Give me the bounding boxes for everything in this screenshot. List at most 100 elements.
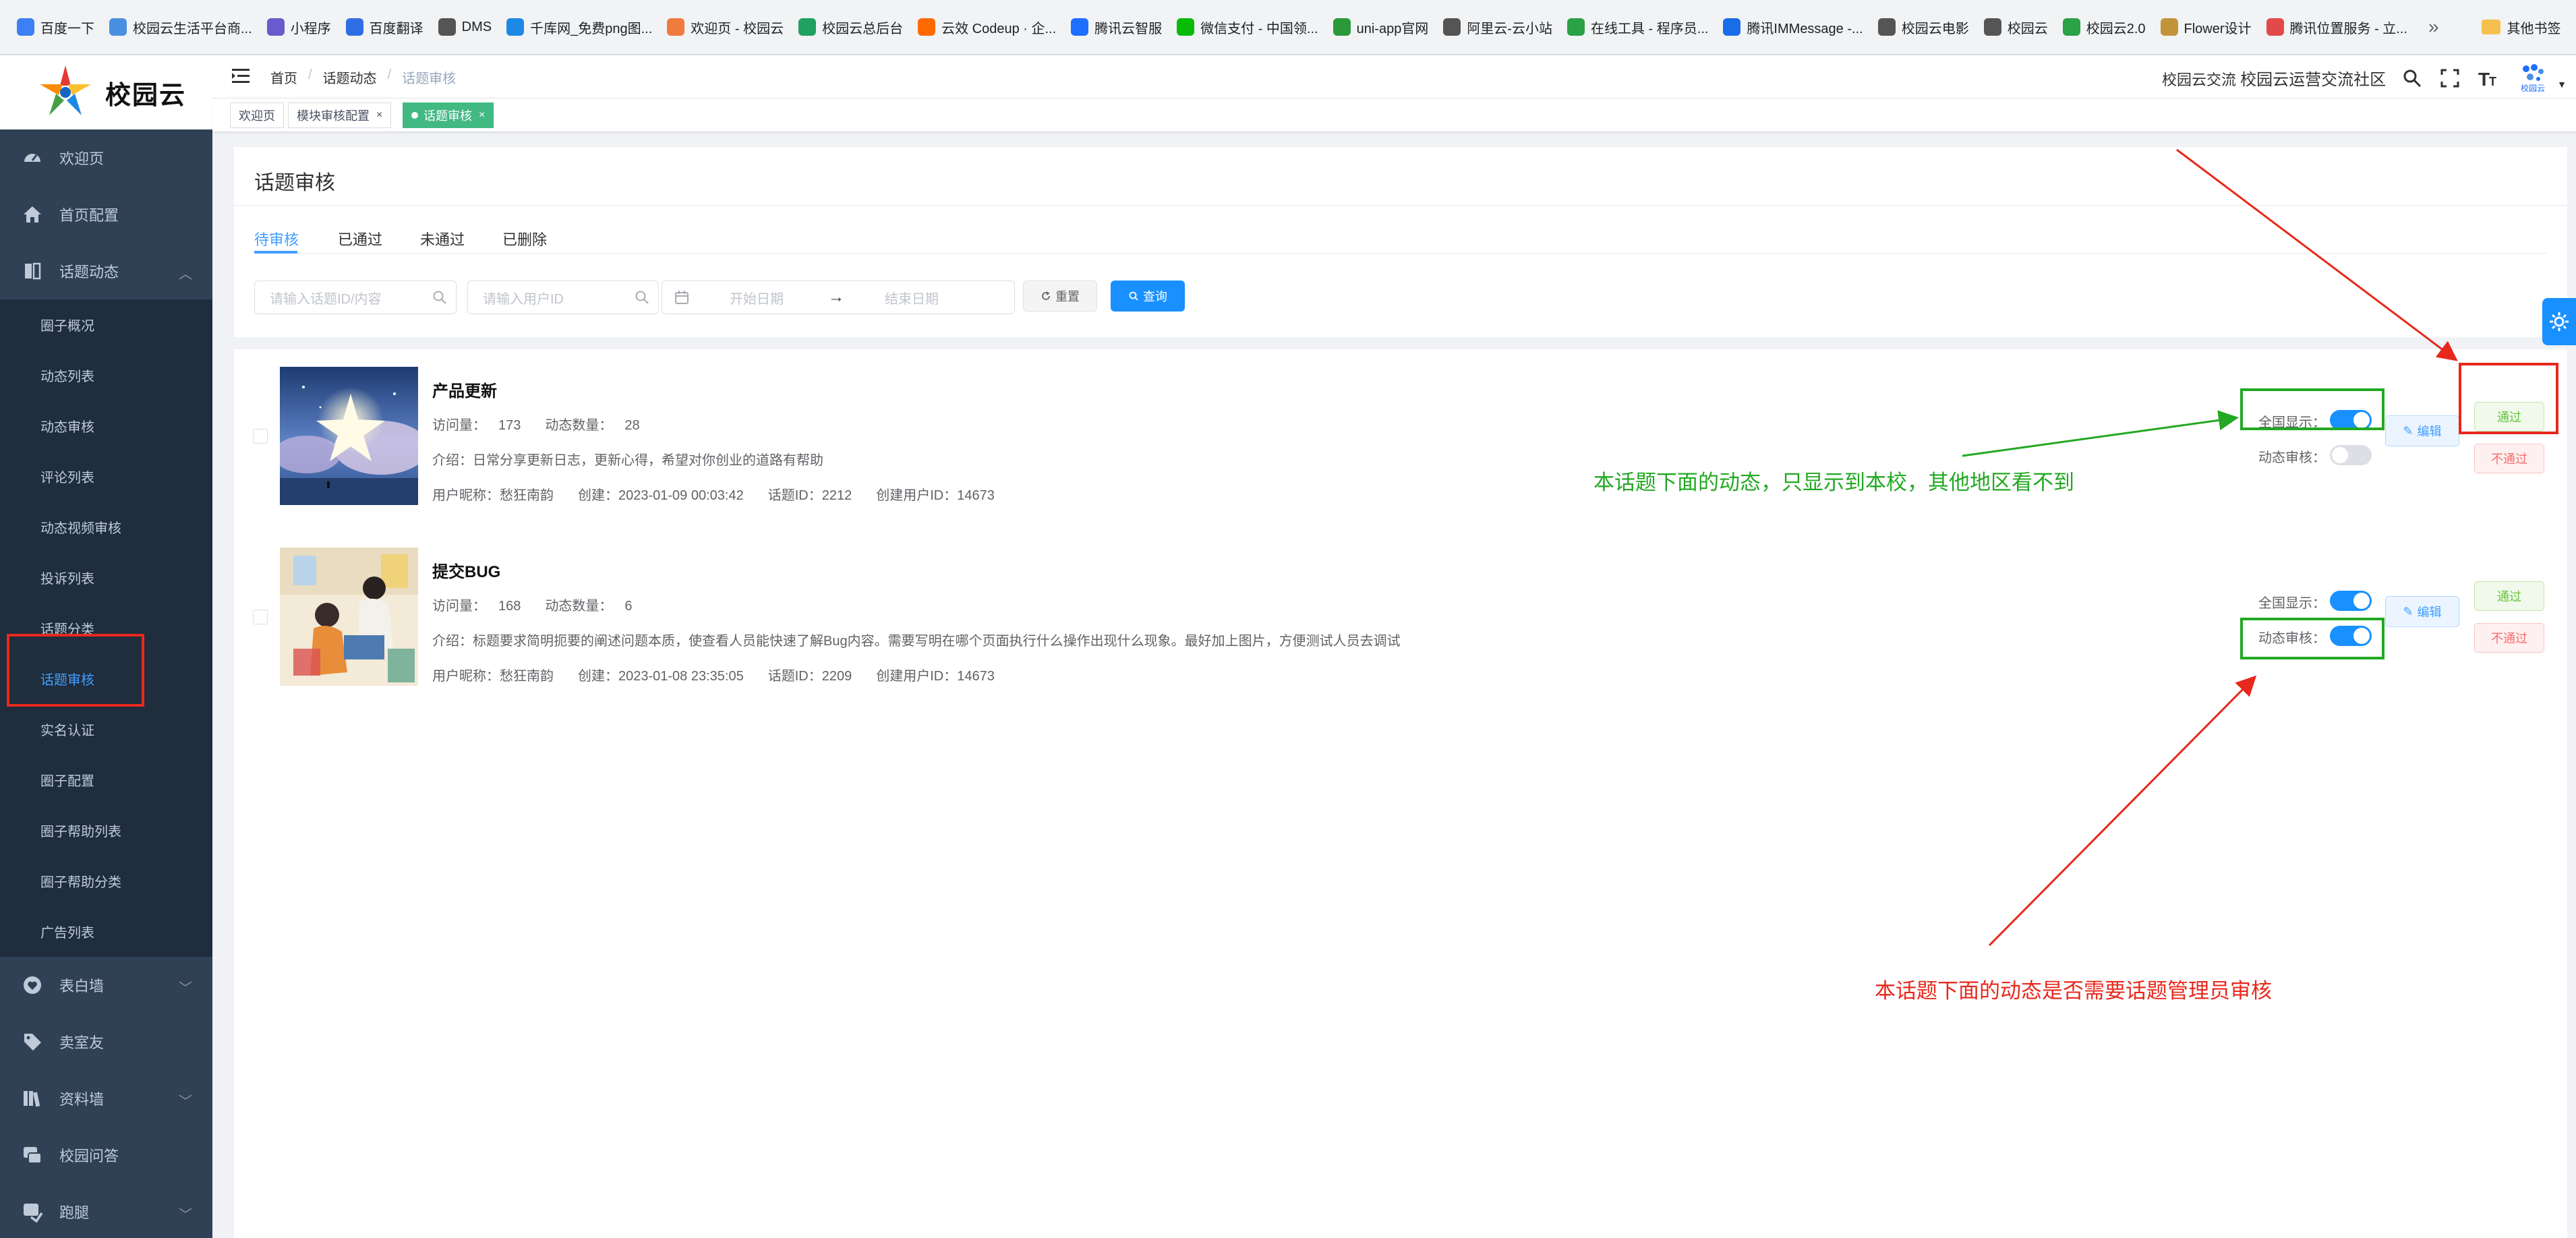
bookmark-folder[interactable]: 手机书签	[2569, 8, 2576, 46]
breadcrumb-home[interactable]: 首页	[270, 67, 297, 87]
sidebar-item-heart[interactable]: 表白墙 ﹀	[0, 957, 212, 1013]
sidebar-subitem[interactable]: 投诉列表	[0, 552, 212, 603]
book-icon	[19, 258, 46, 285]
sidebar-item-errand[interactable]: 跑腿 ﹀	[0, 1183, 212, 1238]
pass-button[interactable]: 通过	[2474, 581, 2544, 611]
sidebar-subitem[interactable]: 圈子帮助列表	[0, 805, 212, 856]
nickname-meta: 用户昵称：愁狂南韵	[432, 669, 566, 684]
sidebar-subitem[interactable]: 圈子配置	[0, 755, 212, 805]
favicon-icon	[438, 18, 456, 36]
topic-search-input[interactable]: 请输入话题ID/内容	[254, 281, 457, 314]
sidebar-item-home[interactable]: 首页配置	[0, 186, 212, 243]
bookmark-item[interactable]: uni-app官网	[1326, 8, 1436, 46]
bookmark-item[interactable]: 微信支付 - 中国领...	[1169, 8, 1325, 46]
bookmark-label: 腾讯位置服务 - 立...	[2289, 21, 2407, 36]
post-review-switch[interactable]	[2330, 445, 2372, 465]
fullscreen-icon[interactable]	[2438, 67, 2461, 90]
bookmark-item[interactable]: 校园云总后台	[791, 8, 910, 46]
bookmark-item[interactable]: 腾讯云智服	[1063, 8, 1169, 46]
edit-button[interactable]: ✎ 编辑	[2385, 596, 2459, 627]
bookmark-item[interactable]: 百度翻译	[339, 8, 431, 46]
bookmark-item[interactable]: 校园云	[1977, 8, 2055, 46]
avatar[interactable]: 校园云	[2514, 62, 2552, 94]
created-value: 2023-01-08 23:35:05	[618, 669, 744, 684]
sidebar-item-books[interactable]: 资料墙 ﹀	[0, 1070, 212, 1127]
bookmarks-bar: 百度一下 校园云生活平台商... 小程序 百度翻译 DMS 千库网_免费png图... 欢迎…	[0, 0, 2576, 55]
tab-deleted[interactable]: 已删除	[502, 228, 547, 249]
edit-button[interactable]: ✎ 编辑	[2385, 415, 2459, 446]
chevron-down-icon: ﹀	[179, 981, 192, 996]
tab-pending[interactable]: 待审核	[254, 228, 299, 249]
settings-button[interactable]	[2542, 298, 2576, 345]
reset-button[interactable]: 重置	[1023, 281, 1097, 312]
sidebar-item-qa[interactable]: 校园问答	[0, 1127, 212, 1183]
nickname-value: 愁狂南韵	[500, 488, 554, 503]
breadcrumb-topic-dynamics[interactable]: 话题动态	[323, 67, 377, 87]
search-icon[interactable]	[2401, 67, 2424, 90]
bookmark-item[interactable]: DMS	[431, 8, 499, 46]
calendar-icon	[675, 291, 689, 304]
bookmark-item[interactable]: 腾讯IMMessage -...	[1716, 8, 1870, 46]
errand-icon	[19, 1198, 46, 1225]
edit-label: 编辑	[2417, 425, 2442, 438]
start-date-placeholder[interactable]: 开始日期	[730, 288, 784, 307]
header-site-name: 校园云交流 校园云运营交流社区	[2162, 66, 2386, 90]
user-search-input[interactable]: 请输入用户ID	[467, 281, 659, 314]
sidebar-subitem[interactable]: 圈子帮助分类	[0, 856, 212, 906]
bookmark-item[interactable]: 千库网_免费png图...	[499, 8, 660, 46]
sidebar-subitem[interactable]: 广告列表	[0, 906, 212, 957]
sidebar-subitem[interactable]: 评论列表	[0, 451, 212, 502]
tab-approved[interactable]: 已通过	[338, 228, 382, 249]
bookmark-item[interactable]: Flower设计	[2153, 8, 2259, 46]
end-date-placeholder[interactable]: 结束日期	[885, 288, 939, 307]
logo[interactable]: 校园云	[0, 55, 212, 129]
topic-stats: 访问量： 168 动态数量： 6	[432, 595, 657, 614]
row-checkbox[interactable]	[253, 610, 268, 624]
bookmark-item[interactable]: 校园云生活平台商...	[102, 8, 260, 46]
topic-meta: 用户昵称：愁狂南韵 创建：2023-01-09 00:03:42 话题ID：2212…	[432, 484, 1019, 504]
sidebar-subitem[interactable]: 动态列表	[0, 350, 212, 401]
posts-stat: 动态数量： 28	[545, 418, 651, 433]
font-size-icon[interactable]: TT	[2476, 67, 2499, 90]
bookmark-item[interactable]: 小程序	[260, 8, 339, 46]
sidebar-item-dashboard[interactable]: 欢迎页	[0, 129, 212, 186]
query-button[interactable]: 查询	[1111, 281, 1185, 312]
avatar-caret-icon[interactable]: ▼	[2557, 79, 2567, 90]
tab-rejected[interactable]: 未通过	[420, 228, 465, 249]
reject-button[interactable]: 不通过	[2474, 623, 2544, 653]
close-icon[interactable]: ×	[479, 109, 485, 121]
sidebar-subitem[interactable]: 动态视频审核	[0, 502, 212, 552]
tag-module-review-config[interactable]: 模块审核配置 ×	[288, 102, 392, 128]
community-name[interactable]: 校园云运营交流社区	[2240, 71, 2386, 89]
bookmark-item[interactable]: 百度一下	[9, 8, 102, 46]
sidebar-item-tag[interactable]: 卖室友	[0, 1013, 212, 1070]
sidebar-item-book[interactable]: 话题动态 ︿	[0, 243, 212, 299]
national-display-switch[interactable]	[2330, 591, 2372, 611]
close-icon[interactable]: ×	[376, 109, 382, 121]
bookmark-label: 校园云电影	[1901, 21, 1969, 36]
bookmark-item[interactable]: 校园云2.0	[2055, 8, 2153, 46]
favicon-icon	[1983, 18, 2001, 36]
bookmark-item[interactable]: 阿里云-云小站	[1436, 8, 1560, 46]
logo-icon	[40, 65, 91, 115]
sidebar-subitem[interactable]: 实名认证	[0, 704, 212, 755]
date-range-picker[interactable]: 开始日期 → 结束日期	[662, 281, 1015, 314]
tag-topic-review[interactable]: 话题审核 ×	[403, 102, 494, 128]
bookmark-item[interactable]: 腾讯位置服务 - 立...	[2259, 8, 2415, 46]
bookmark-folder[interactable]: 其他书签	[2474, 8, 2569, 46]
tag-welcome[interactable]: 欢迎页	[230, 102, 284, 128]
bookmark-item[interactable]: 云效 Codeup · 企...	[910, 8, 1063, 46]
row-checkbox[interactable]	[253, 429, 268, 444]
reject-button[interactable]: 不通过	[2474, 444, 2544, 473]
sidebar-subitem[interactable]: 圈子概况	[0, 299, 212, 350]
hamburger-icon[interactable]	[230, 65, 253, 88]
created-meta: 创建：2023-01-09 00:03:42	[578, 488, 756, 503]
bookmark-item[interactable]: 校园云电影	[1871, 8, 1977, 46]
bookmark-label: DMS	[461, 19, 492, 34]
sidebar-subitem[interactable]: 动态审核	[0, 401, 212, 451]
bookmark-item[interactable]: 欢迎页 - 校园云	[660, 8, 791, 46]
creator-id-value: 14673	[957, 669, 995, 684]
bookmark-item[interactable]: 在线工具 - 程序员...	[1560, 8, 1716, 46]
bookmarks-overflow-icon[interactable]: »	[2415, 16, 2455, 38]
tabs-divider	[254, 253, 2547, 254]
